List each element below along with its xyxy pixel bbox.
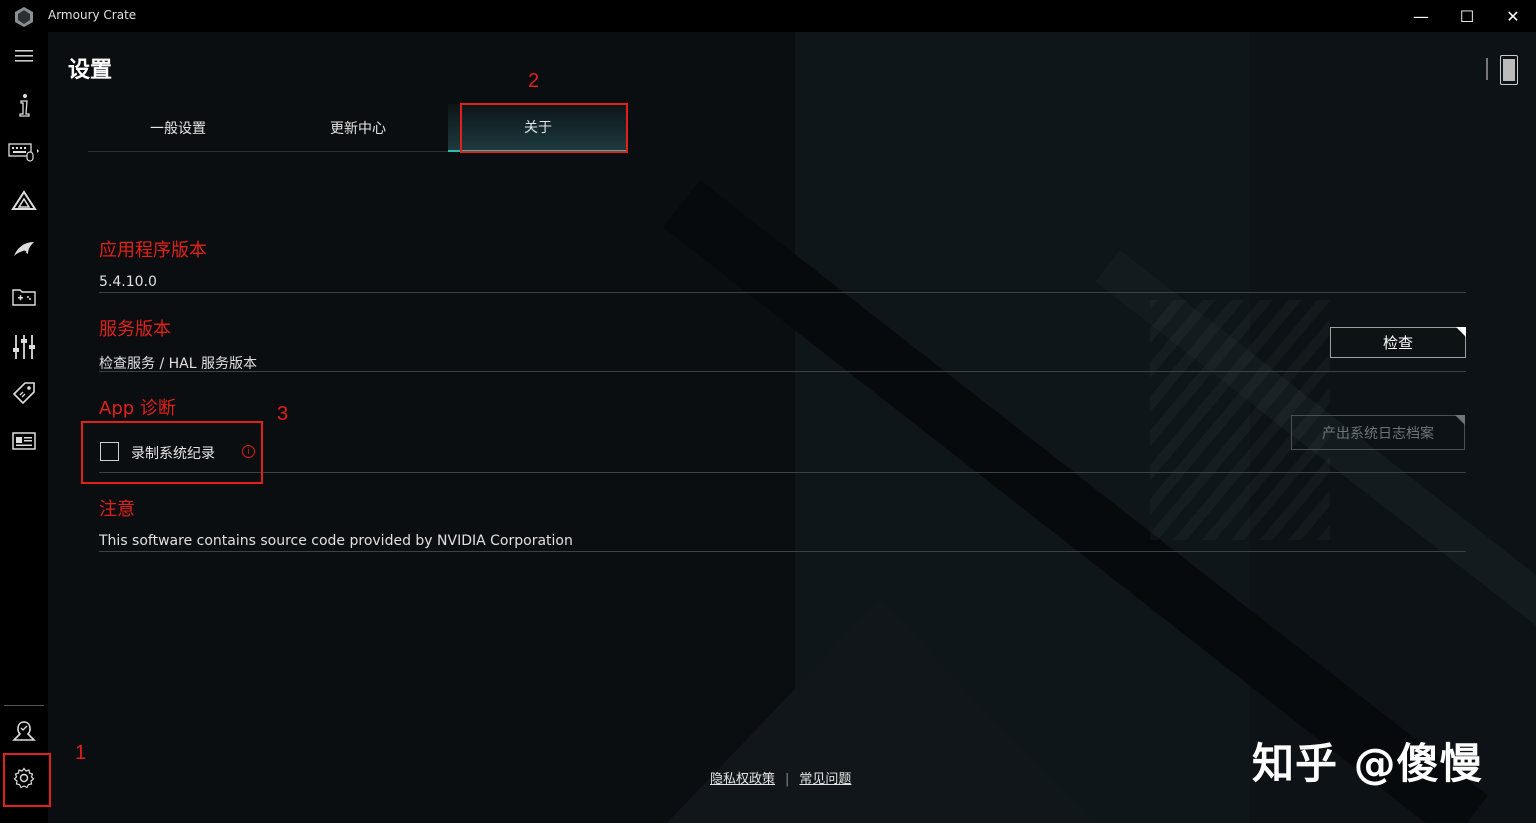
privacy-policy-link[interactable]: 隐私权政策: [710, 772, 775, 787]
sidebar: [0, 32, 48, 823]
divider: [99, 371, 1466, 372]
minimize-button[interactable]: —: [1398, 0, 1444, 32]
rog-eye-icon[interactable]: [0, 233, 48, 265]
device-scroll-indicator: [1486, 58, 1488, 80]
game-library-icon[interactable]: [0, 281, 48, 313]
app-diagnosis-title: App 诊断: [99, 398, 176, 419]
deals-tag-icon[interactable]: [0, 377, 48, 409]
close-button[interactable]: ✕: [1490, 0, 1536, 32]
marker-2: 2: [528, 70, 540, 92]
armoury-crate-logo-icon: [15, 7, 33, 27]
equalizer-icon[interactable]: [0, 329, 48, 365]
page-title: 设置: [68, 58, 113, 83]
divider: [99, 551, 1466, 552]
title-bar: Armoury Crate — ☐ ✕: [0, 0, 1536, 32]
aura-icon[interactable]: [0, 185, 48, 217]
app-version-title: 应用程序版本: [99, 240, 207, 261]
marker-1: 1: [75, 742, 87, 764]
divider: [99, 292, 1466, 293]
divider: [99, 472, 1466, 473]
export-log-button[interactable]: 产出系统日志档案: [1291, 415, 1465, 450]
app-version-value: 5.4.10.0: [99, 274, 157, 290]
highlight-box-record-log: [81, 421, 263, 484]
service-version-title: 服务版本: [99, 319, 171, 340]
settings-tabs: 一般设置 更新中心 关于: [88, 104, 1468, 152]
footer-separator: |: [785, 772, 790, 787]
info-icon[interactable]: [0, 89, 48, 121]
watermark: 知乎 @傻慢: [1252, 739, 1483, 788]
device-icon[interactable]: [1500, 55, 1518, 85]
footer-links: 隐私权政策 | 常见问题: [710, 768, 851, 787]
sidebar-divider: [4, 705, 44, 706]
highlight-box-settings: [3, 753, 51, 807]
app-title: Armoury Crate: [48, 8, 137, 22]
menu-icon[interactable]: [0, 40, 48, 72]
maximize-button[interactable]: ☐: [1444, 0, 1490, 32]
service-version-text: 检查服务 / HAL 服务版本: [99, 356, 257, 372]
marker-3: 3: [277, 403, 289, 425]
notice-title: 注意: [99, 499, 135, 520]
news-icon[interactable]: [0, 425, 48, 457]
tab-general-settings[interactable]: 一般设置: [88, 104, 268, 152]
tab-update-center[interactable]: 更新中心: [268, 104, 448, 152]
faq-link[interactable]: 常见问题: [799, 772, 851, 787]
keyboard-icon[interactable]: [0, 136, 48, 168]
highlight-box-about-tab: [460, 103, 628, 153]
check-button[interactable]: 检查: [1330, 327, 1466, 358]
notice-text: This software contains source code provi…: [99, 533, 573, 549]
user-icon[interactable]: [0, 715, 48, 747]
